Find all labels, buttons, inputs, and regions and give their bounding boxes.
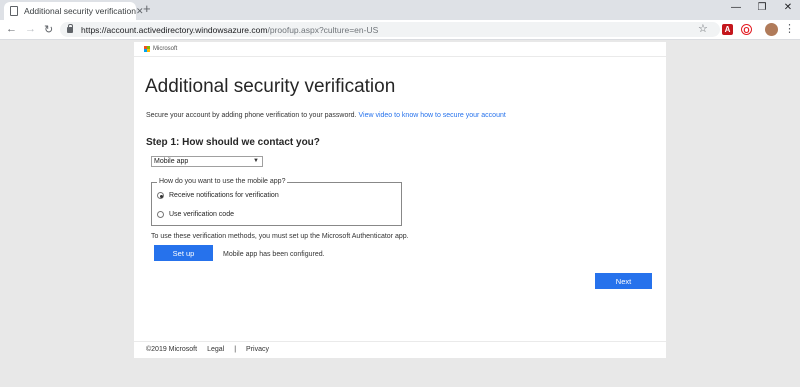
brand-name: Microsoft [153, 46, 178, 52]
back-icon[interactable]: ← [6, 23, 17, 35]
bookmark-star-icon[interactable]: ☆ [698, 22, 708, 35]
setup-button[interactable]: Set up [154, 245, 213, 261]
video-link[interactable]: View video to know how to secure your ac… [358, 112, 505, 119]
microsoft-logo-icon [144, 46, 150, 52]
contact-method-value: Mobile app [154, 158, 189, 165]
browser-tab-strip: Additional security verification ✕ + — ❐… [0, 0, 800, 20]
setup-note: To use these verification methods, you m… [151, 233, 409, 240]
radio-notifications[interactable] [157, 192, 164, 199]
browser-toolbar: ← → ↻ https://account.activedirectory.wi… [0, 20, 800, 40]
profile-avatar[interactable] [765, 23, 778, 36]
url-text: https://account.activedirectory.windowsa… [81, 25, 378, 35]
option-label: Receive notifications for verification [169, 192, 279, 199]
copyright: ©2019 Microsoft [146, 346, 198, 353]
step-heading: Step 1: How should we contact you? [146, 137, 320, 148]
intro-paragraph: Secure your account by adding phone veri… [146, 112, 506, 119]
forward-icon[interactable]: → [25, 23, 36, 35]
footer: ©2019 Microsoft Legal | Privacy [146, 346, 279, 353]
contact-method-select[interactable]: Mobile app ▼ [151, 156, 263, 167]
next-button[interactable]: Next [595, 273, 652, 289]
mobile-app-options: How do you want to use the mobile app? R… [151, 178, 402, 226]
lock-icon [67, 23, 73, 33]
header-divider [134, 56, 666, 57]
restore-button[interactable]: ❐ [752, 2, 772, 13]
close-window-button[interactable]: ✕ [778, 2, 798, 13]
tab-title: Additional security verification [24, 6, 136, 16]
minimize-button[interactable]: — [726, 2, 746, 13]
chevron-down-icon: ▼ [253, 158, 259, 164]
address-bar[interactable]: https://account.activedirectory.windowsa… [60, 22, 720, 37]
new-tab-button[interactable]: + [143, 1, 151, 16]
page-icon [10, 6, 18, 16]
page-title: Additional security verification [145, 76, 396, 97]
footer-divider [134, 341, 666, 342]
option-verification-code[interactable]: Use verification code [157, 211, 234, 218]
verification-card: Microsoft Additional security verificati… [134, 42, 666, 358]
reload-icon[interactable]: ↻ [44, 23, 53, 36]
browser-tab[interactable]: Additional security verification ✕ [4, 2, 144, 20]
mobile-app-legend: How do you want to use the mobile app? [157, 178, 288, 185]
chrome-menu-icon[interactable]: ⋮ [784, 22, 795, 35]
acrobat-extension-icon[interactable]: A [722, 24, 733, 35]
microsoft-logo: Microsoft [144, 46, 177, 52]
option-notifications[interactable]: Receive notifications for verification [157, 192, 279, 199]
radio-verification-code[interactable] [157, 211, 164, 218]
url-path: /proofup.aspx?culture=en-US [267, 24, 379, 35]
intro-text: Secure your account by adding phone veri… [146, 112, 357, 119]
opera-extension-icon[interactable]: O [741, 24, 752, 35]
legal-link[interactable]: Legal [207, 346, 224, 353]
footer-separator: | [234, 346, 237, 353]
configured-status: Mobile app has been configured. [223, 251, 325, 258]
option-label: Use verification code [169, 211, 234, 218]
url-host: https://account.activedirectory.windowsa… [81, 24, 268, 35]
privacy-link[interactable]: Privacy [246, 346, 269, 353]
